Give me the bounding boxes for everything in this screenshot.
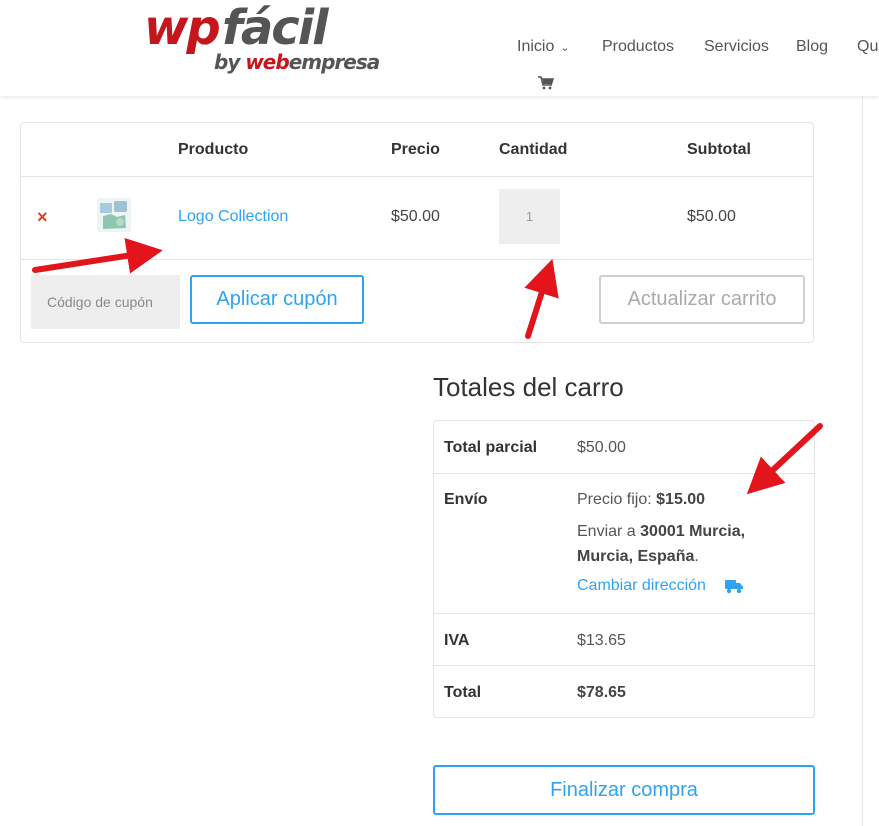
- product-subtotal: $50.00: [687, 208, 736, 225]
- nav-item-qu[interactable]: Qu: [857, 38, 878, 56]
- product-name-link[interactable]: Logo Collection: [178, 208, 288, 226]
- shipping-cost: $15.00: [656, 491, 706, 508]
- update-cart-button[interactable]: Actualizar carrito: [599, 275, 805, 324]
- ship-to-suffix: .: [694, 548, 699, 565]
- ship-to-line1: 30001 Murcia,: [640, 523, 746, 540]
- tax-label: IVA: [444, 632, 470, 649]
- divider: [21, 176, 813, 177]
- remove-item-icon[interactable]: ×: [37, 208, 48, 226]
- product-thumbnail[interactable]: [97, 198, 131, 232]
- apply-coupon-button[interactable]: Aplicar cupón: [190, 275, 364, 324]
- nav-item-productos[interactable]: Productos: [602, 38, 674, 56]
- cart-totals-table: Total parcial $50.00 Envío Precio fijo: …: [433, 420, 815, 718]
- quantity-input[interactable]: [499, 189, 560, 244]
- header-product: Producto: [178, 141, 249, 158]
- ship-to-line2: Murcia, España: [577, 548, 695, 565]
- shipping-method-name: Precio fijo:: [577, 491, 657, 508]
- coupon-code-input[interactable]: [31, 275, 180, 329]
- subtotal-value: $50.00: [577, 439, 626, 456]
- header-price: Precio: [391, 141, 440, 158]
- logo-byline: by webempresa: [214, 50, 381, 74]
- nav-item-inicio[interactable]: Inicio ⌄: [517, 38, 570, 56]
- logo-wp: wp: [144, 0, 221, 56]
- shipping-label: Envío: [444, 491, 488, 508]
- shipping-method: Precio fijo: $15.00: [577, 487, 705, 512]
- truck-icon[interactable]: [725, 579, 743, 594]
- shopping-cart-icon[interactable]: [538, 76, 554, 90]
- cart-table: Producto Precio Cantidad Subtotal × Logo…: [20, 122, 814, 343]
- nav-item-label: Inicio: [517, 38, 555, 55]
- site-header: wp fácil by webempresa Inicio ⌄ Productos…: [0, 0, 879, 96]
- total-label: Total: [444, 684, 482, 701]
- product-image-icon: [97, 198, 131, 232]
- logo-web: web: [245, 50, 289, 74]
- chevron-down-icon: ⌄: [560, 42, 570, 54]
- subtotal-label: Total parcial: [444, 439, 538, 456]
- sidebar-divider: [862, 96, 863, 826]
- nav-item-blog[interactable]: Blog: [796, 38, 828, 56]
- divider: [21, 259, 813, 260]
- ship-to-prefix: Enviar a: [577, 523, 641, 540]
- divider: [434, 613, 814, 614]
- nav-item-servicios[interactable]: Servicios: [704, 38, 769, 56]
- ship-to-address: Enviar a 30001 Murcia, Murcia, España.: [577, 519, 745, 569]
- header-subtotal: Subtotal: [687, 141, 751, 158]
- cart-totals-title: Totales del carro: [433, 372, 624, 402]
- logo-by: by: [214, 50, 246, 74]
- change-address-link[interactable]: Cambiar dirección: [577, 577, 706, 595]
- main-nav: Inicio ⌄ Productos Servicios Blog Qu: [516, 38, 879, 60]
- logo-facil: fácil: [222, 0, 329, 56]
- product-price: $50.00: [391, 208, 440, 225]
- divider: [434, 473, 814, 474]
- site-logo[interactable]: wp fácil by webempresa: [140, 0, 381, 78]
- logo-empresa: empresa: [288, 50, 381, 74]
- checkout-button[interactable]: Finalizar compra: [433, 765, 815, 815]
- total-value: $78.65: [577, 684, 626, 701]
- divider: [434, 665, 814, 666]
- tax-value: $13.65: [577, 632, 626, 649]
- header-quantity: Cantidad: [499, 141, 568, 158]
